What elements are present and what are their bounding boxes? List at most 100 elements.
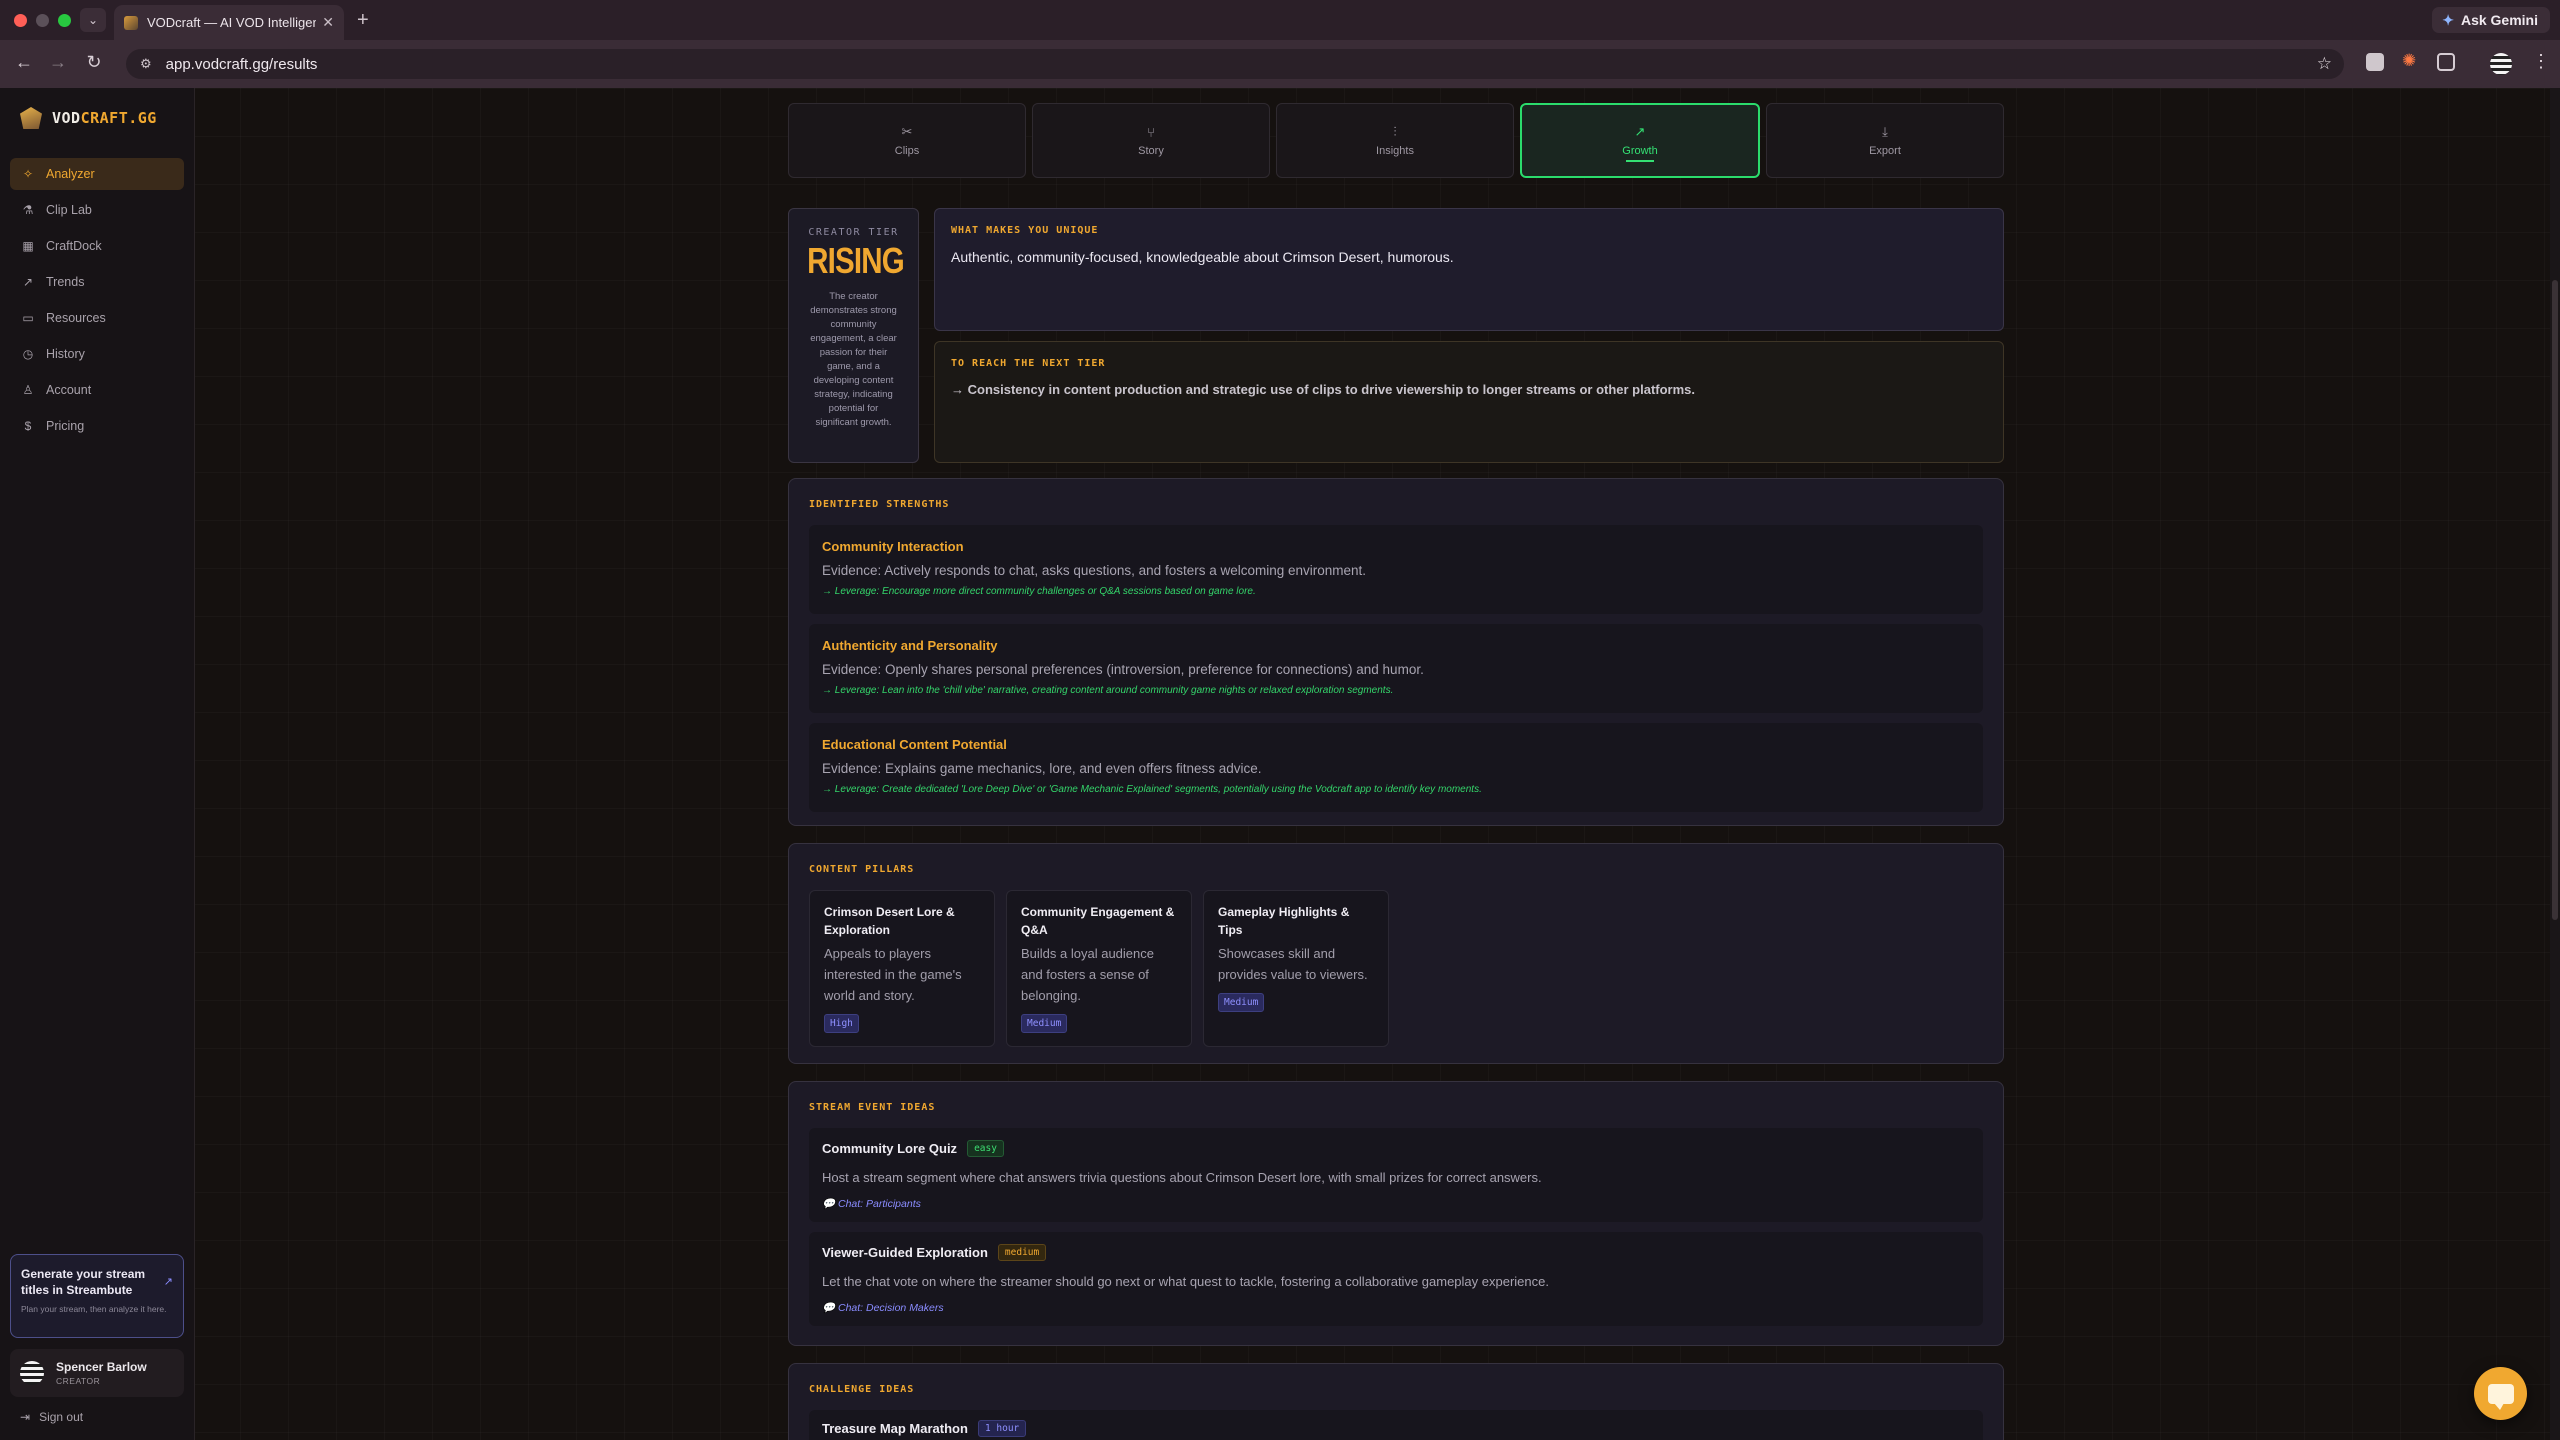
unique-label: WHAT MAKES YOU UNIQUE	[951, 225, 1099, 236]
new-tab-icon[interactable]: +	[357, 9, 369, 32]
gemini-sparkle-icon: ✦	[2442, 11, 2454, 28]
browser-titlebar: ⌄ VODcraft — AI VOD Intelligence ✕ + ✦ A…	[0, 0, 2560, 40]
sidebar-item-account[interactable]: ♙ Account	[10, 374, 184, 406]
dollar-icon: $	[24, 419, 32, 433]
creator-tier-card: CREATOR TIER RISING The creator demonstr…	[788, 208, 919, 463]
challenge-title: Treasure Map Marathon	[822, 1421, 968, 1436]
promo-subtitle: Plan your stream, then analyze it here.	[21, 1304, 167, 1314]
sidebar-item-craftdock[interactable]: ▦ CraftDock	[10, 230, 184, 262]
trend-up-icon: ↗	[1634, 124, 1646, 139]
list-item: Community Lore Quiz easy Host a stream s…	[809, 1128, 1983, 1222]
sidebar-nav: ✧ Analyzer ⚗ Clip Lab ▦ CraftDock ↗ Tren…	[10, 158, 184, 446]
streambute-promo-card[interactable]: Generate your stream titles in Streambut…	[10, 1254, 184, 1338]
url-text[interactable]: app.vodcraft.gg/results	[166, 56, 318, 73]
sidebar-item-clip-lab[interactable]: ⚗ Clip Lab	[10, 194, 184, 226]
bookmark-star-icon[interactable]: ☆	[2317, 54, 2332, 74]
event-description: Let the chat vote on where the streamer …	[822, 1274, 1549, 1289]
event-chat-role: 💬 Chat: Decision Makers	[822, 1302, 944, 1314]
content-pillars-panel: CONTENT PILLARS Crimson Desert Lore & Ex…	[788, 843, 2004, 1064]
tier-section: CREATOR TIER RISING The creator demonstr…	[788, 208, 2004, 463]
tab-label: Story	[1138, 144, 1164, 157]
scissors-icon: ✂	[901, 124, 913, 139]
minimize-window-button[interactable]	[36, 14, 49, 27]
tab-label: Growth	[1622, 145, 1658, 157]
list-item: Viewer-Guided Exploration medium Let the…	[809, 1232, 1983, 1326]
extensions-puzzle-icon[interactable]	[2437, 53, 2455, 71]
list-item: Community Interaction Evidence: Actively…	[809, 525, 1983, 614]
tab-story[interactable]: ⑂ Story	[1032, 103, 1270, 178]
logout-icon: ⇥	[20, 1410, 31, 1424]
tab-search-chevron-icon[interactable]: ⌄	[80, 8, 106, 32]
duration-badge: 1 hour	[977, 1420, 1027, 1437]
tier-label: CREATOR TIER	[808, 227, 899, 238]
logo-icon	[20, 107, 42, 129]
tab-insights[interactable]: ⫶ Insights	[1276, 103, 1514, 178]
ask-gemini-button[interactable]: ✦ Ask Gemini	[2432, 7, 2550, 33]
strength-leverage: → Leverage: Encourage more direct commun…	[822, 586, 1256, 597]
bar-chart-icon: ⫶	[1393, 124, 1397, 139]
browser-menu-icon[interactable]: ⋮	[2532, 51, 2550, 72]
event-title: Viewer-Guided Exploration	[822, 1245, 988, 1260]
sidebar-item-label: CraftDock	[46, 239, 102, 253]
pillar-title: Crimson Desert Lore & Exploration	[824, 905, 955, 937]
list-item: Educational Content Potential Evidence: …	[809, 723, 1983, 812]
pillars-label: CONTENT PILLARS	[809, 864, 915, 875]
trending-icon: ↗	[22, 275, 34, 289]
address-bar[interactable]: ⚙ app.vodcraft.gg/results ☆	[126, 49, 2344, 79]
tab-growth[interactable]: ↗ Growth	[1520, 103, 1760, 178]
difficulty-badge: medium	[997, 1244, 1047, 1261]
extension-icon[interactable]	[2366, 53, 2384, 71]
strength-title: Authenticity and Personality	[822, 638, 998, 653]
next-tier-label: TO REACH THE NEXT TIER	[951, 358, 1106, 369]
tab-clips[interactable]: ✂ Clips	[788, 103, 1026, 178]
sign-out-button[interactable]: ⇥ Sign out	[20, 1410, 83, 1424]
back-arrow-icon[interactable]: ←	[12, 52, 36, 73]
logo-text: VODCRAFT.GG	[52, 109, 157, 127]
pillar-title: Gameplay Highlights & Tips	[1218, 905, 1350, 937]
tab-label: Clips	[894, 145, 920, 157]
sidebar-item-pricing[interactable]: $ Pricing	[10, 410, 184, 442]
browser-tab[interactable]: VODcraft — AI VOD Intelligence ✕	[114, 5, 344, 40]
priority-badge: Medium	[1021, 1014, 1068, 1033]
avatar	[20, 1361, 44, 1385]
claude-extension-icon[interactable]: ✺	[2402, 51, 2420, 70]
event-title: Community Lore Quiz	[822, 1141, 958, 1156]
favicon-icon	[124, 15, 138, 30]
sidebar-item-analyzer[interactable]: ✧ Analyzer	[10, 158, 184, 190]
browser-profile-avatar[interactable]	[2490, 53, 2512, 75]
browser-toolbar: ← → ↻ ⚙ app.vodcraft.gg/results ☆ ✺ ⋮	[0, 40, 2560, 88]
site-info-icon[interactable]: ⚙	[140, 56, 152, 72]
close-tab-icon[interactable]: ✕	[322, 14, 334, 31]
sidebar-item-trends[interactable]: ↗ Trends	[10, 266, 184, 298]
chat-support-button[interactable]	[2474, 1367, 2527, 1420]
ask-gemini-label: Ask Gemini	[2460, 12, 2538, 28]
unique-text: Authentic, community-focused, knowledgea…	[951, 249, 1454, 265]
user-card[interactable]: Spencer Barlow CREATOR	[10, 1349, 184, 1397]
sidebar-item-label: Pricing	[46, 419, 85, 433]
maximize-window-button[interactable]	[58, 14, 71, 27]
forward-arrow-icon[interactable]: →	[46, 52, 70, 73]
next-tier-card: TO REACH THE NEXT TIER → Consistency in …	[934, 341, 2004, 463]
sidebar-item-history[interactable]: ◷ History	[10, 338, 184, 370]
list-item: Authenticity and Personality Evidence: O…	[809, 624, 1983, 713]
pillar-title: Community Engagement & Q&A	[1021, 905, 1175, 937]
user-role: CREATOR	[56, 1376, 101, 1386]
sidebar-item-label: Account	[46, 383, 92, 397]
strength-title: Community Interaction	[822, 539, 964, 554]
user-name: Spencer Barlow	[56, 1360, 147, 1374]
pillar-row: Crimson Desert Lore & Exploration Appeal…	[809, 890, 1983, 1047]
sidebar-item-label: Resources	[46, 311, 106, 325]
challenges-label: CHALLENGE IDEAS	[809, 1384, 915, 1395]
scrollbar-thumb[interactable]	[2552, 280, 2558, 920]
branch-icon: ⑂	[1147, 124, 1155, 140]
tab-export[interactable]: ⤓ Export	[1766, 103, 2004, 178]
sidebar-item-resources[interactable]: ▭ Resources	[10, 302, 184, 334]
sign-out-label: Sign out	[39, 1410, 84, 1424]
events-label: STREAM EVENT IDEAS	[809, 1102, 936, 1113]
strength-evidence: Evidence: Explains game mechanics, lore,…	[822, 761, 1262, 776]
close-window-button[interactable]	[14, 14, 27, 27]
vodcraft-logo[interactable]: VODCRAFT.GG	[20, 107, 157, 129]
strength-leverage: → Leverage: Create dedicated 'Lore Deep …	[822, 784, 1482, 795]
reload-icon[interactable]: ↻	[82, 52, 106, 73]
sidebar-item-label: History	[46, 347, 85, 361]
